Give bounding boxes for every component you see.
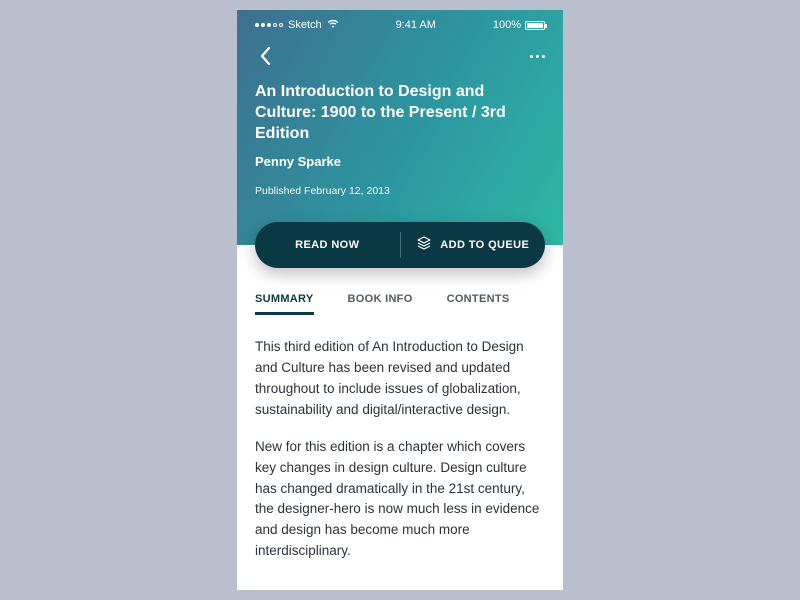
tab-summary[interactable]: SUMMARY xyxy=(255,293,314,315)
action-bar: READ NOW ADD TO QUEUE xyxy=(255,222,545,268)
add-to-queue-label: ADD TO QUEUE xyxy=(440,239,529,251)
status-time: 9:41 AM xyxy=(396,19,436,31)
status-right: 100% xyxy=(493,19,545,31)
content-area: SUMMARY BOOK INFO CONTENTS This third ed… xyxy=(237,245,563,590)
summary-paragraph: This third edition of An Introduction to… xyxy=(255,337,545,421)
tab-row: SUMMARY BOOK INFO CONTENTS xyxy=(255,293,545,315)
book-author: Penny Sparke xyxy=(255,154,545,169)
wifi-icon xyxy=(327,19,339,31)
queue-icon xyxy=(416,236,432,255)
status-bar: Sketch 9:41 AM 100% xyxy=(255,16,545,34)
tab-book-info[interactable]: BOOK INFO xyxy=(348,293,413,315)
nav-row xyxy=(255,44,545,68)
book-title: An Introduction to Design and Culture: 1… xyxy=(255,82,515,144)
carrier-label: Sketch xyxy=(288,19,322,31)
more-button[interactable] xyxy=(530,49,545,64)
hero-section: Sketch 9:41 AM 100% An Introduction to D… xyxy=(237,10,563,245)
summary-body: This third edition of An Introduction to… xyxy=(255,337,545,562)
book-published: Published February 12, 2013 xyxy=(255,185,545,197)
add-to-queue-button[interactable]: ADD TO QUEUE xyxy=(401,222,546,268)
tab-contents[interactable]: CONTENTS xyxy=(447,293,510,315)
bottom-fade xyxy=(237,564,563,590)
signal-dots-icon xyxy=(255,23,283,27)
status-left: Sketch xyxy=(255,19,339,31)
read-now-button[interactable]: READ NOW xyxy=(255,222,400,268)
battery-percent: 100% xyxy=(493,19,521,31)
summary-paragraph: New for this edition is a chapter which … xyxy=(255,437,545,563)
read-now-label: READ NOW xyxy=(295,239,359,251)
back-button[interactable] xyxy=(255,46,275,66)
phone-frame: Sketch 9:41 AM 100% An Introduction to D… xyxy=(237,10,563,590)
battery-icon xyxy=(525,21,545,30)
